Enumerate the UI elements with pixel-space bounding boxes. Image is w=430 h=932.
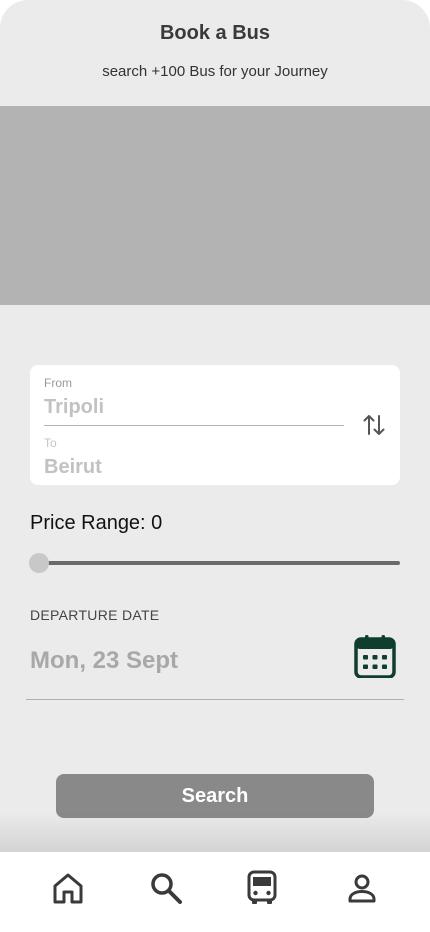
- bottom-nav: [0, 852, 430, 932]
- from-field[interactable]: Tripoli: [44, 396, 104, 419]
- to-label: To: [44, 436, 57, 450]
- nav-home[interactable]: [48, 868, 88, 908]
- swap-vertical-icon: [363, 415, 385, 435]
- page-title: Book a Bus: [159, 22, 271, 44]
- departure-date-label: DEPARTURE DATE: [30, 607, 160, 623]
- calendar-button[interactable]: [354, 634, 396, 679]
- swap-button[interactable]: [360, 411, 388, 439]
- price-range-slider[interactable]: [29, 552, 400, 574]
- slider-thumb[interactable]: [29, 553, 49, 573]
- price-range-label: Price Range: 0: [30, 512, 163, 534]
- app-screen: Book a Bus search +100 Bus for your Jour…: [0, 0, 430, 932]
- departure-date-underline: [26, 699, 404, 700]
- departure-date-field[interactable]: Mon, 23 Sept: [30, 647, 178, 675]
- nav-shadow: [0, 812, 430, 852]
- search-icon: [151, 873, 182, 904]
- page-subtitle: search +100 Bus for your Journey: [102, 63, 328, 80]
- header: Book a Bus search +100 Bus for your Jour…: [0, 0, 430, 106]
- slider-track: [30, 561, 400, 565]
- profile-icon: [348, 874, 376, 903]
- hero-image-placeholder: [0, 106, 430, 305]
- route-divider: [44, 425, 344, 426]
- bus-icon: [247, 870, 277, 904]
- from-label: From: [44, 376, 72, 390]
- home-icon: [53, 873, 83, 904]
- route-card: From Tripoli To Beirut: [30, 365, 400, 485]
- nav-search[interactable]: [146, 868, 186, 908]
- nav-profile[interactable]: [342, 868, 382, 908]
- calendar-icon: [354, 635, 396, 679]
- nav-bus[interactable]: [242, 868, 282, 908]
- to-field[interactable]: Beirut: [44, 456, 102, 479]
